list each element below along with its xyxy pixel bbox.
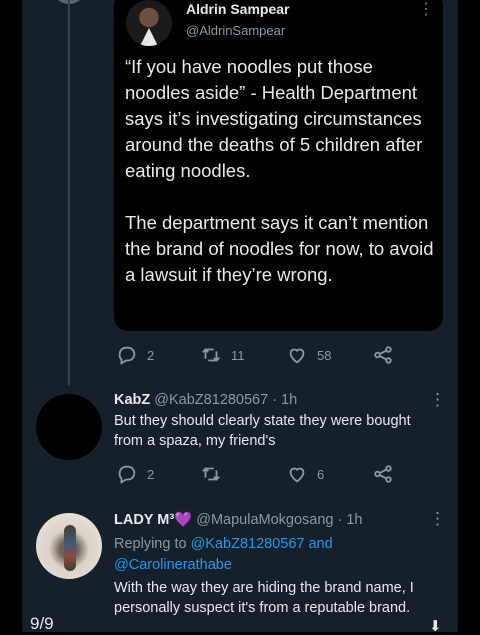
quoted-author-handle: @AldrinSampear xyxy=(186,23,286,38)
reply-author-name[interactable]: LADY M³💜 xyxy=(114,512,192,528)
reply-button[interactable]: 2 xyxy=(116,344,154,366)
reply-time: · 1h xyxy=(272,392,298,408)
reply-actions: 2 6 xyxy=(116,463,416,485)
retweet-button[interactable]: 11 xyxy=(200,344,245,366)
reply-author-handle[interactable]: @KabZ81280567 xyxy=(154,392,268,408)
replying-to: Replying to @KabZ81280567 and @Caroliner… xyxy=(114,534,434,576)
retweet-icon xyxy=(202,348,220,362)
heart-icon xyxy=(289,467,305,483)
page-counter: 9/9 xyxy=(30,614,54,633)
more-icon[interactable]: ⋮ xyxy=(429,509,446,529)
reply-header: LADY M³💜 @MapulaMokgosang · 1h xyxy=(114,511,363,528)
more-icon[interactable]: ⋮ xyxy=(429,390,446,410)
retweet-icon xyxy=(202,467,220,481)
like-button[interactable]: 6 xyxy=(286,463,324,485)
like-count: 58 xyxy=(317,347,332,363)
reply-author-handle[interactable]: @MapulaMokgosang xyxy=(196,512,333,528)
quoted-author-name[interactable]: Aldrin Sampear xyxy=(186,1,289,17)
retweet-count: 11 xyxy=(231,347,245,363)
main-tweet-actions: 2 11 58 xyxy=(116,344,416,366)
reply-count: 2 xyxy=(147,466,155,482)
reply-icon xyxy=(118,465,136,484)
down-arrow-icon[interactable]: ⬇ xyxy=(429,617,442,635)
reply-icon xyxy=(118,346,136,365)
share-icon xyxy=(374,465,392,483)
share-button[interactable] xyxy=(372,344,394,366)
avatar[interactable] xyxy=(36,394,102,460)
heart-icon xyxy=(289,348,305,364)
quoted-paragraph-1: “If you have noodles put those noodles a… xyxy=(125,56,423,181)
reply-text: But they should clearly state they were … xyxy=(114,413,411,449)
share-button[interactable] xyxy=(372,463,394,485)
more-icon[interactable]: ⋮ xyxy=(418,0,434,19)
thread-line xyxy=(68,0,70,385)
quoted-paragraph-2: The department says it can’t mention the… xyxy=(125,212,434,285)
retweet-button[interactable] xyxy=(200,463,222,485)
quoted-avatar[interactable] xyxy=(126,0,172,46)
reply-button[interactable]: 2 xyxy=(116,463,154,485)
reply-text: With the way they are hiding the brand n… xyxy=(114,580,414,616)
like-count: 6 xyxy=(317,466,325,482)
reply-author-name[interactable]: KabZ xyxy=(114,392,150,408)
quoted-tweet-text: “If you have noodles put those noodles a… xyxy=(125,54,437,314)
reply-header: KabZ @KabZ81280567 · 1h xyxy=(114,392,297,408)
replying-prefix: Replying to xyxy=(114,536,187,552)
quoted-tweet-card[interactable]: Aldrin Sampear @AldrinSampear ⋮ “If you … xyxy=(114,0,443,331)
reply-count: 2 xyxy=(147,347,155,363)
like-button[interactable]: 58 xyxy=(286,344,331,366)
reply-time: · 1h xyxy=(337,512,363,528)
avatar[interactable] xyxy=(36,513,102,579)
share-icon xyxy=(374,346,392,364)
